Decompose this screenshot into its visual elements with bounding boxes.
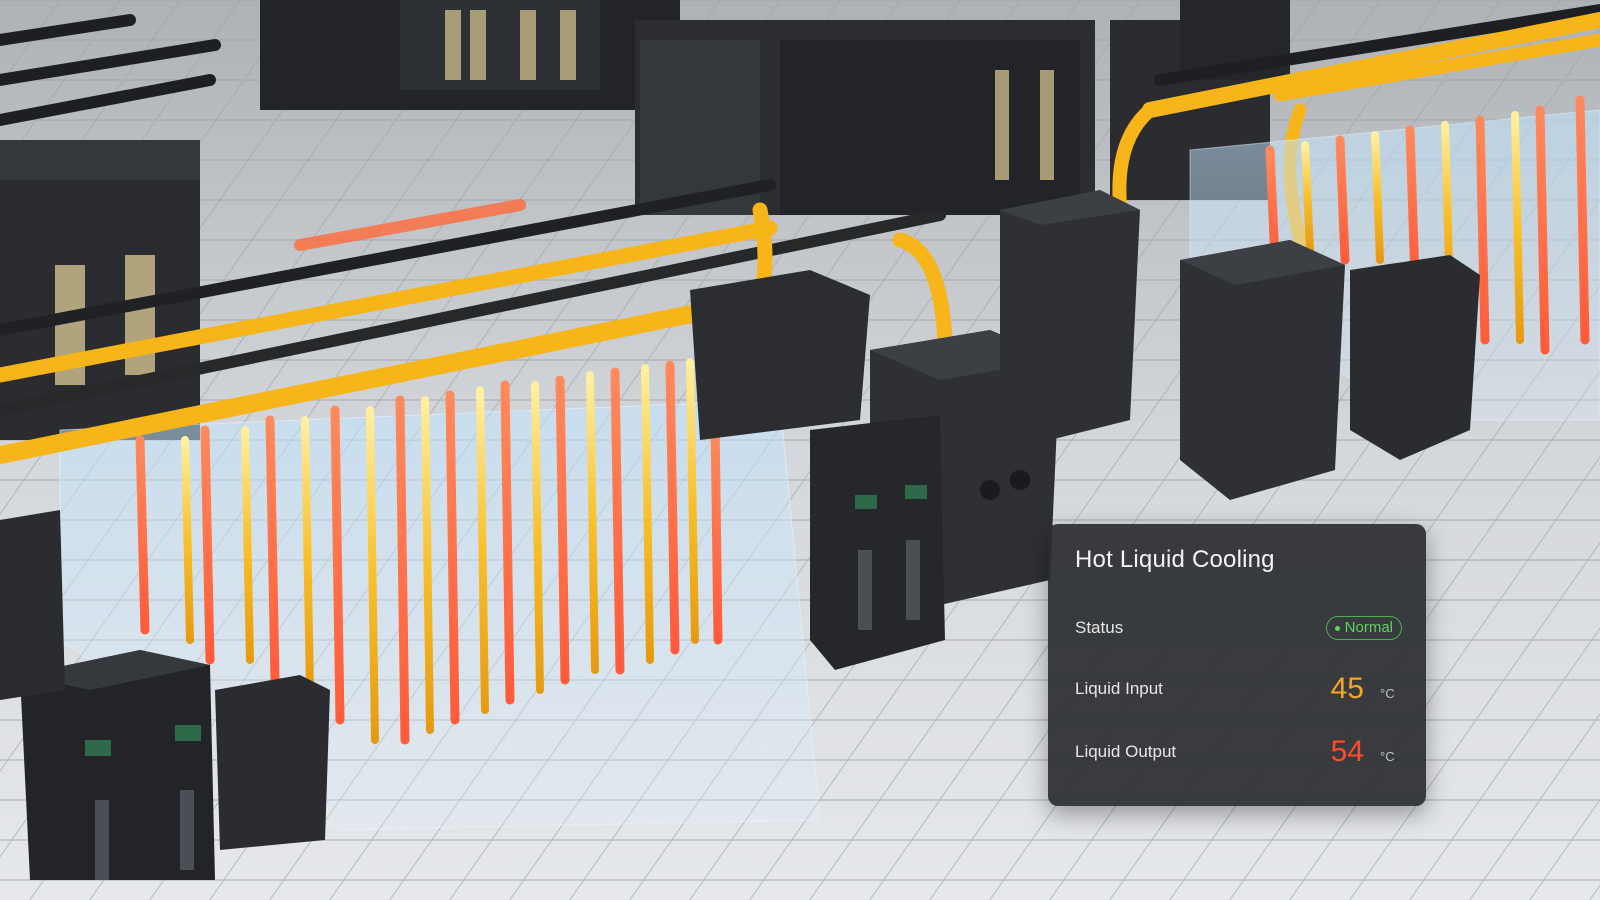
liquid-output-value: 54 xyxy=(1330,735,1364,768)
liquid-output-unit: °C xyxy=(1380,749,1395,764)
hot-liquid-cooling-panel: Hot Liquid Cooling Status Normal Liquid … xyxy=(1048,524,1426,806)
status-dot-icon xyxy=(1334,625,1340,631)
liquid-input-reading: 45 °C xyxy=(1331,672,1402,706)
liquid-input-value: 45 xyxy=(1330,672,1364,705)
liquid-input-label: Liquid Input xyxy=(1075,679,1163,698)
status-row: Status Normal xyxy=(1075,608,1402,648)
liquid-input-unit: °C xyxy=(1380,686,1395,701)
status-label: Status xyxy=(1075,618,1124,637)
liquid-output-label: Liquid Output xyxy=(1075,742,1177,761)
liquid-input-row: Liquid Input 45 °C xyxy=(1075,669,1402,709)
liquid-output-row: Liquid Output 54 °C xyxy=(1075,732,1402,772)
liquid-output-reading: 54 °C xyxy=(1331,735,1402,769)
status-badge: Normal xyxy=(1325,616,1402,640)
panel-title: Hot Liquid Cooling xyxy=(1075,546,1275,573)
status-value: Normal xyxy=(1344,619,1393,636)
